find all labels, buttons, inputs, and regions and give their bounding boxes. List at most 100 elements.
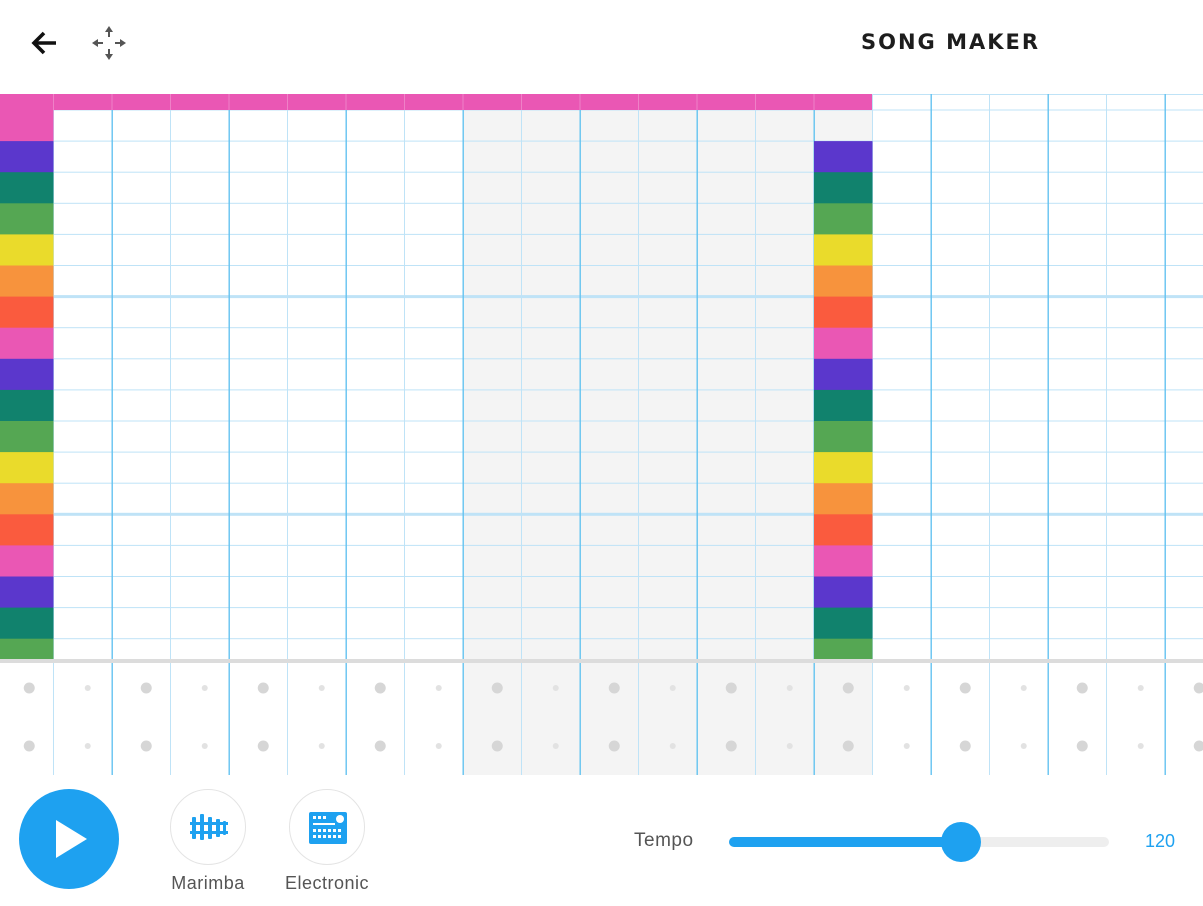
grid-column-line bbox=[228, 663, 230, 775]
percussion-dot bbox=[491, 682, 503, 694]
play-button[interactable] bbox=[19, 789, 119, 889]
tempo-value: 120 bbox=[1145, 831, 1176, 851]
tempo-slider-thumb[interactable] bbox=[940, 822, 981, 862]
grid-row-line bbox=[0, 420, 1203, 422]
measure-shade bbox=[697, 663, 756, 775]
percussion-dot bbox=[1193, 740, 1203, 752]
measure-shade bbox=[463, 94, 522, 659]
percussion-dot bbox=[140, 740, 152, 752]
percussion-dot bbox=[257, 740, 269, 752]
move-button[interactable] bbox=[90, 24, 128, 62]
note-cell bbox=[814, 576, 873, 609]
band-divider bbox=[111, 94, 113, 110]
percussion-grid[interactable] bbox=[0, 663, 1203, 775]
back-button[interactable] bbox=[28, 26, 62, 60]
grid-column-line bbox=[228, 94, 230, 659]
percussion-dot bbox=[435, 743, 442, 749]
grid-column-line bbox=[1164, 94, 1166, 659]
measure-shade bbox=[463, 663, 522, 775]
grid-column-line bbox=[638, 94, 639, 659]
measure-shade bbox=[521, 94, 580, 659]
percussion-dot bbox=[374, 740, 386, 752]
grid-column-line bbox=[755, 663, 756, 775]
grid-column-line bbox=[696, 663, 698, 775]
band-divider bbox=[638, 94, 639, 110]
band-divider bbox=[579, 94, 581, 110]
melody-grid[interactable] bbox=[0, 94, 1203, 659]
percussion-dot bbox=[552, 743, 559, 749]
grid-column-line bbox=[462, 663, 464, 775]
tempo-slider[interactable] bbox=[729, 822, 1109, 862]
grid-column-line bbox=[53, 663, 54, 775]
band-divider bbox=[287, 94, 288, 110]
instrument-label: Marimba bbox=[171, 873, 245, 893]
grid-row-line bbox=[0, 295, 1203, 299]
grid-row-line bbox=[0, 576, 1203, 577]
grid-column-line bbox=[462, 94, 464, 659]
band-divider bbox=[170, 94, 171, 110]
note-cell bbox=[814, 421, 873, 453]
grid-row-line bbox=[0, 233, 1203, 235]
play-icon bbox=[56, 820, 87, 858]
melody-grid-canvas[interactable] bbox=[0, 94, 1203, 659]
percussion-dot bbox=[318, 685, 325, 691]
note-cell bbox=[814, 607, 873, 640]
percussion-grid-canvas[interactable] bbox=[0, 663, 1203, 775]
note-row-top bbox=[0, 94, 872, 110]
note-cell bbox=[0, 545, 54, 577]
percussion-dot bbox=[725, 682, 737, 694]
electronic-button-circle[interactable] bbox=[289, 789, 365, 865]
note-cell bbox=[814, 296, 873, 329]
grid-column-line bbox=[755, 94, 756, 659]
band-divider bbox=[521, 94, 522, 110]
grid-row-line bbox=[0, 451, 1203, 453]
percussion-dot bbox=[1076, 740, 1088, 752]
percussion-dot bbox=[552, 685, 559, 691]
note-cell bbox=[0, 576, 54, 609]
note-cell bbox=[814, 452, 873, 484]
grid-row-line bbox=[0, 140, 1203, 142]
percussion-dot bbox=[1020, 685, 1027, 691]
marimba-button-circle[interactable] bbox=[170, 789, 246, 865]
grid-row-line bbox=[0, 544, 1203, 546]
instrument-marimba-button[interactable]: Marimba bbox=[149, 789, 269, 899]
grid-column-line bbox=[1047, 663, 1049, 775]
grid-column-line bbox=[404, 663, 405, 775]
grid-column-line bbox=[170, 94, 171, 659]
grid-column-line bbox=[989, 94, 990, 659]
grid-row-line bbox=[0, 607, 1203, 609]
grid-column-line bbox=[989, 663, 990, 775]
grid-row-line bbox=[0, 512, 1203, 516]
grid-column-line bbox=[345, 663, 347, 775]
grid-column-line bbox=[111, 663, 113, 775]
grid-column-line bbox=[872, 663, 873, 775]
note-cell bbox=[0, 234, 54, 266]
percussion-dot bbox=[435, 685, 442, 691]
grid-column-line bbox=[696, 94, 698, 659]
instrument-electronic-button[interactable]: Electronic bbox=[268, 789, 388, 899]
grid-column-line bbox=[813, 663, 815, 775]
band-divider bbox=[755, 94, 756, 110]
percussion-dot bbox=[318, 743, 325, 749]
grid-column-line bbox=[521, 663, 522, 775]
measure-shade bbox=[580, 94, 639, 659]
tempo-slider-fill bbox=[729, 837, 961, 847]
note-cell bbox=[814, 514, 873, 546]
percussion-dot bbox=[959, 740, 971, 752]
measure-shade bbox=[755, 663, 814, 775]
percussion-dot bbox=[842, 740, 854, 752]
note-cell bbox=[0, 141, 54, 173]
measure-shade bbox=[697, 94, 756, 659]
percussion-dot bbox=[842, 682, 854, 694]
grid-column-line bbox=[1106, 663, 1107, 775]
measure-shade bbox=[638, 94, 697, 659]
percussion-dot bbox=[903, 685, 910, 691]
grid-row-line bbox=[0, 327, 1203, 329]
percussion-dot bbox=[786, 743, 793, 749]
percussion-dot bbox=[959, 682, 971, 694]
grid-column-line bbox=[1164, 663, 1166, 775]
grid-column-line bbox=[930, 94, 932, 659]
measure-shade bbox=[755, 94, 814, 659]
grid-column-line bbox=[930, 663, 932, 775]
note-cell bbox=[814, 327, 873, 360]
